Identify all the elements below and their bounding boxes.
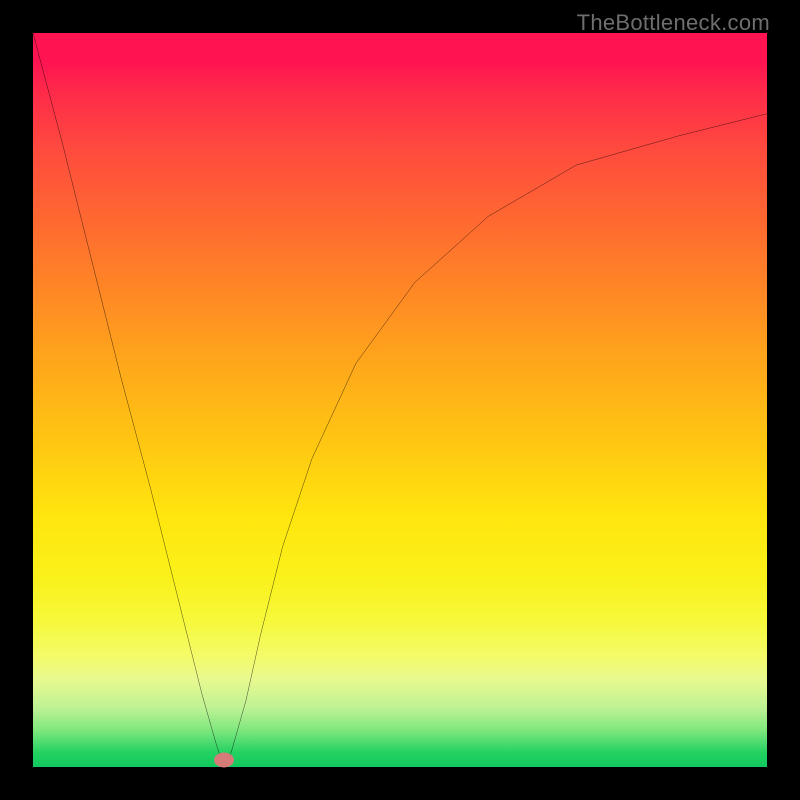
- chart-frame: TheBottleneck.com: [0, 0, 800, 800]
- curve-minimum-marker: [214, 752, 234, 767]
- bottleneck-curve: [33, 33, 767, 767]
- curve-path: [33, 33, 767, 767]
- plot-area: [33, 33, 767, 767]
